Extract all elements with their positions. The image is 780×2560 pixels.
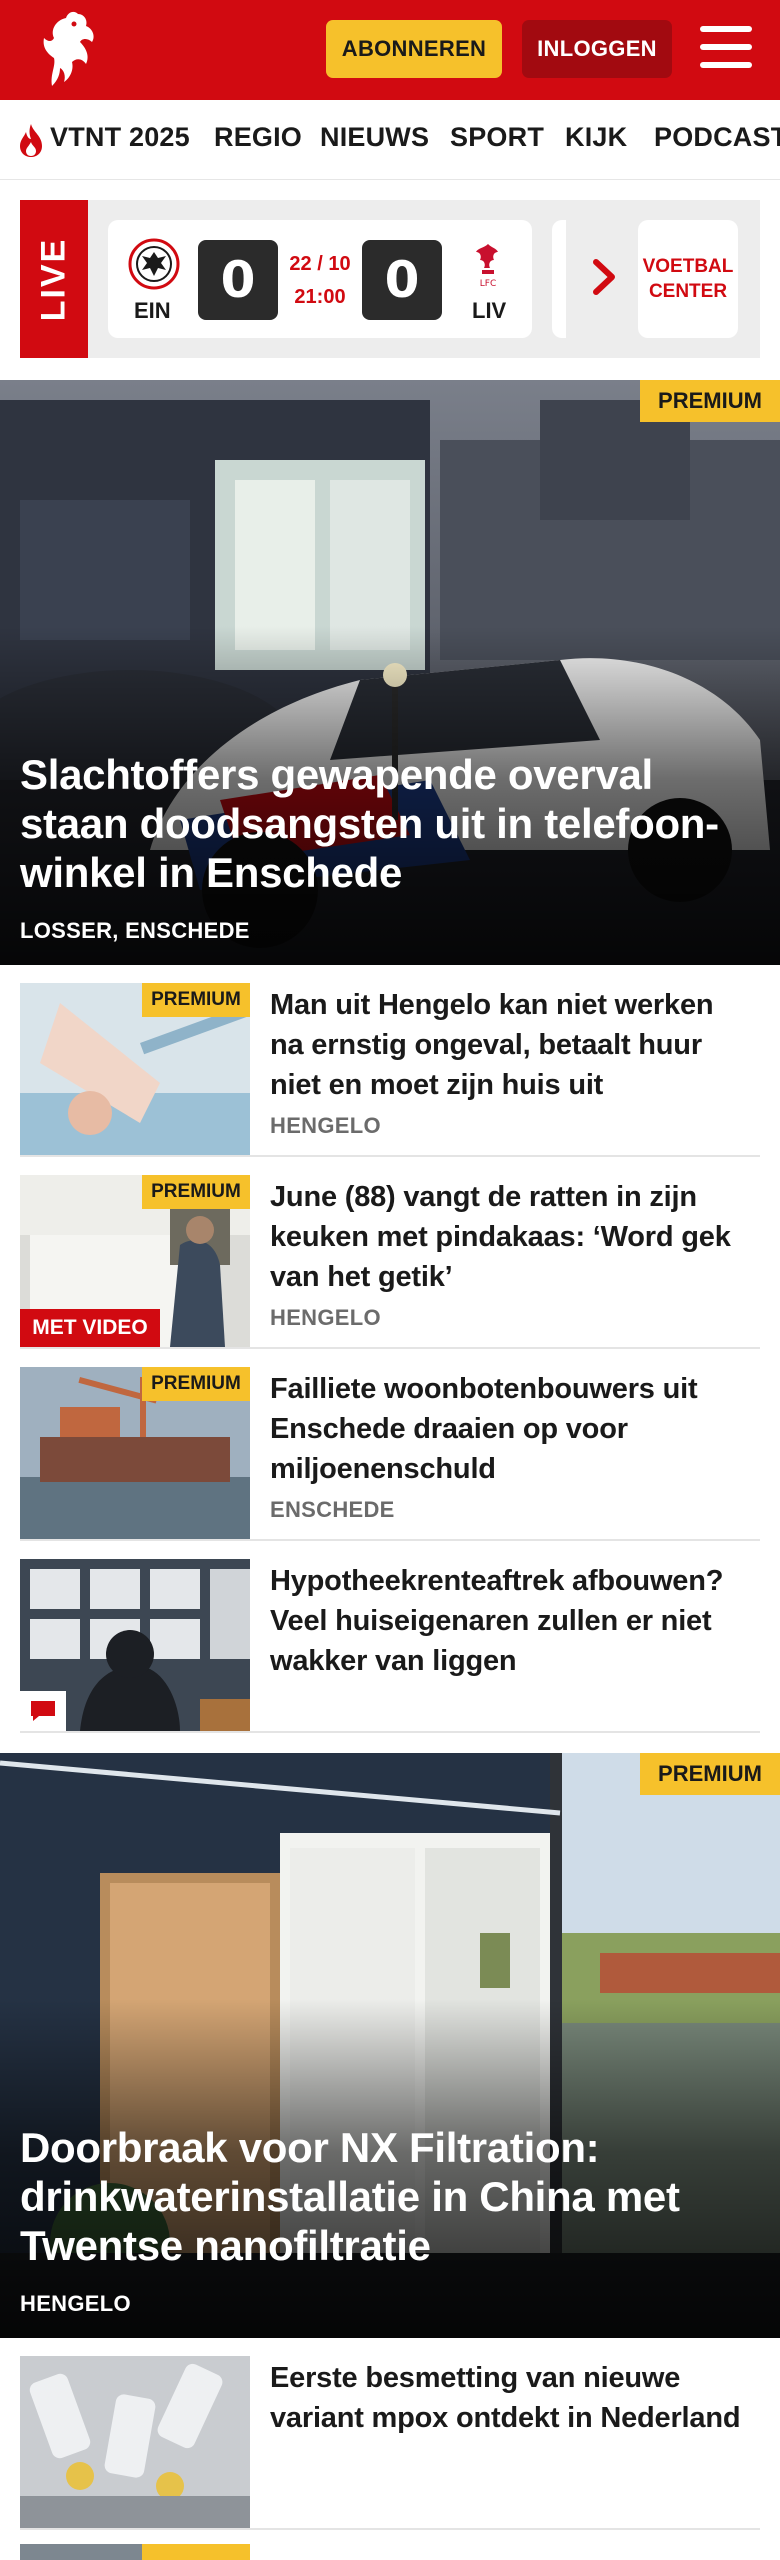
top-bar: ABONNEREN INLOGGEN [0, 0, 780, 100]
hero-article-1[interactable]: PREMIUM Slachtoffers gewapende overval s… [0, 380, 780, 965]
list-item[interactable]: PREMIUM Failliete woonbotenbouwers uit E… [20, 1349, 760, 1541]
premium-badge: PREMIUM [142, 1175, 250, 1209]
match-time: 21:00 [294, 286, 346, 308]
tubantia-horse-logo[interactable] [30, 8, 110, 92]
article-location: ENSCHEDE [270, 1497, 395, 1522]
list-item[interactable]: PREMIUM Man uit Hengelo kan niet werken … [20, 965, 760, 1157]
hero-article-2[interactable]: PREMIUM Doorbraak voor NX Filtration: dr… [0, 1753, 780, 2338]
list-item[interactable]: Hypotheekrenteaftrek afbouwen? Veel huis… [20, 1541, 760, 1733]
article-thumbnail-partial [20, 2544, 250, 2560]
article-thumbnail [20, 1559, 250, 1731]
nav-item-podcast[interactable]: PODCAST [654, 122, 780, 153]
article-title[interactable]: Man uit Hengelo kan niet werken na ernst… [270, 985, 750, 1105]
premium-badge: PREMIUM [142, 1367, 250, 1401]
list-item[interactable]: PREMIUM MET VIDEO June (88) vangt de rat… [20, 1157, 760, 1349]
nav-item-sport[interactable]: SPORT [450, 122, 544, 153]
hero-location: HENGELO [20, 2291, 131, 2316]
article-title[interactable]: Eerste besmetting van nieuwe variant mpo… [270, 2358, 750, 2438]
nav-item-regio[interactable]: REGIO [214, 122, 302, 153]
match-datetime: 22 / 10 21:00 [284, 248, 356, 314]
comment-badge [20, 1691, 66, 1731]
hamburger-menu-icon[interactable] [700, 24, 752, 70]
premium-badge: PREMIUM [142, 983, 250, 1017]
flame-icon [20, 124, 42, 157]
next-match-card[interactable] [552, 220, 566, 338]
match-date: 22 / 10 [289, 253, 351, 275]
comment-icon [31, 1701, 55, 1721]
hero-headline[interactable]: Slachtoffers gewapende overval staan doo… [20, 750, 750, 897]
away-score: 0 [362, 240, 442, 320]
voetbal-center-link[interactable]: VOETBAL CENTER [638, 220, 738, 338]
subscribe-button[interactable]: ABONNEREN [326, 20, 502, 78]
live-scores-strip: LIVE EIN 0 22 / 10 21:00 0 LFC LIV VOETB… [20, 200, 760, 358]
chevron-right-icon[interactable] [590, 250, 620, 304]
nav-item-kijk[interactable]: KIJK [565, 122, 627, 153]
live-label: LIVE [20, 200, 88, 358]
article-location: HENGELO [270, 1305, 381, 1330]
nav-item-nieuws[interactable]: NIEUWS [320, 122, 429, 153]
home-team-name: EIN [134, 298, 171, 323]
hero-location: LOSSER, ENSCHEDE [20, 918, 250, 943]
article-title[interactable]: June (88) vangt de ratten in zijn keuken… [270, 1177, 750, 1297]
article-location: HENGELO [270, 1113, 381, 1138]
home-score: 0 [198, 240, 278, 320]
away-team-name: LIV [472, 298, 507, 323]
premium-badge: PREMIUM [640, 1753, 780, 1795]
list-item[interactable]: Eerste besmetting van nieuwe variant mpo… [20, 2338, 760, 2530]
article-title[interactable]: Failliete woonbotenbouwers uit Enschede … [270, 1369, 750, 1489]
nav-item-vtnt[interactable]: VTNT 2025 [50, 122, 190, 153]
section-nav: VTNT 2025 REGIO NIEUWS SPORT KIJK PODCAS… [0, 100, 780, 180]
article-thumbnail: PREMIUM [20, 1367, 250, 1539]
article-thumbnail [20, 2356, 250, 2528]
match-card[interactable]: EIN 0 22 / 10 21:00 0 LFC LIV [108, 220, 532, 338]
article-thumbnail: PREMIUM [20, 983, 250, 1155]
article-title[interactable]: Hypotheekrenteaftrek afbouwen? Veel huis… [270, 1561, 750, 1681]
video-badge: MET VIDEO [20, 1309, 160, 1347]
premium-badge: PREMIUM [640, 380, 780, 422]
article-thumbnail: PREMIUM MET VIDEO [20, 1175, 250, 1347]
eintracht-crest-icon [128, 238, 180, 290]
svg-text:LFC: LFC [480, 279, 496, 289]
login-button[interactable]: INLOGGEN [522, 20, 672, 78]
hero-headline[interactable]: Doorbraak voor NX Filtration: drinkwater… [20, 2123, 750, 2270]
liverpool-crest-icon: LFC [476, 244, 498, 289]
